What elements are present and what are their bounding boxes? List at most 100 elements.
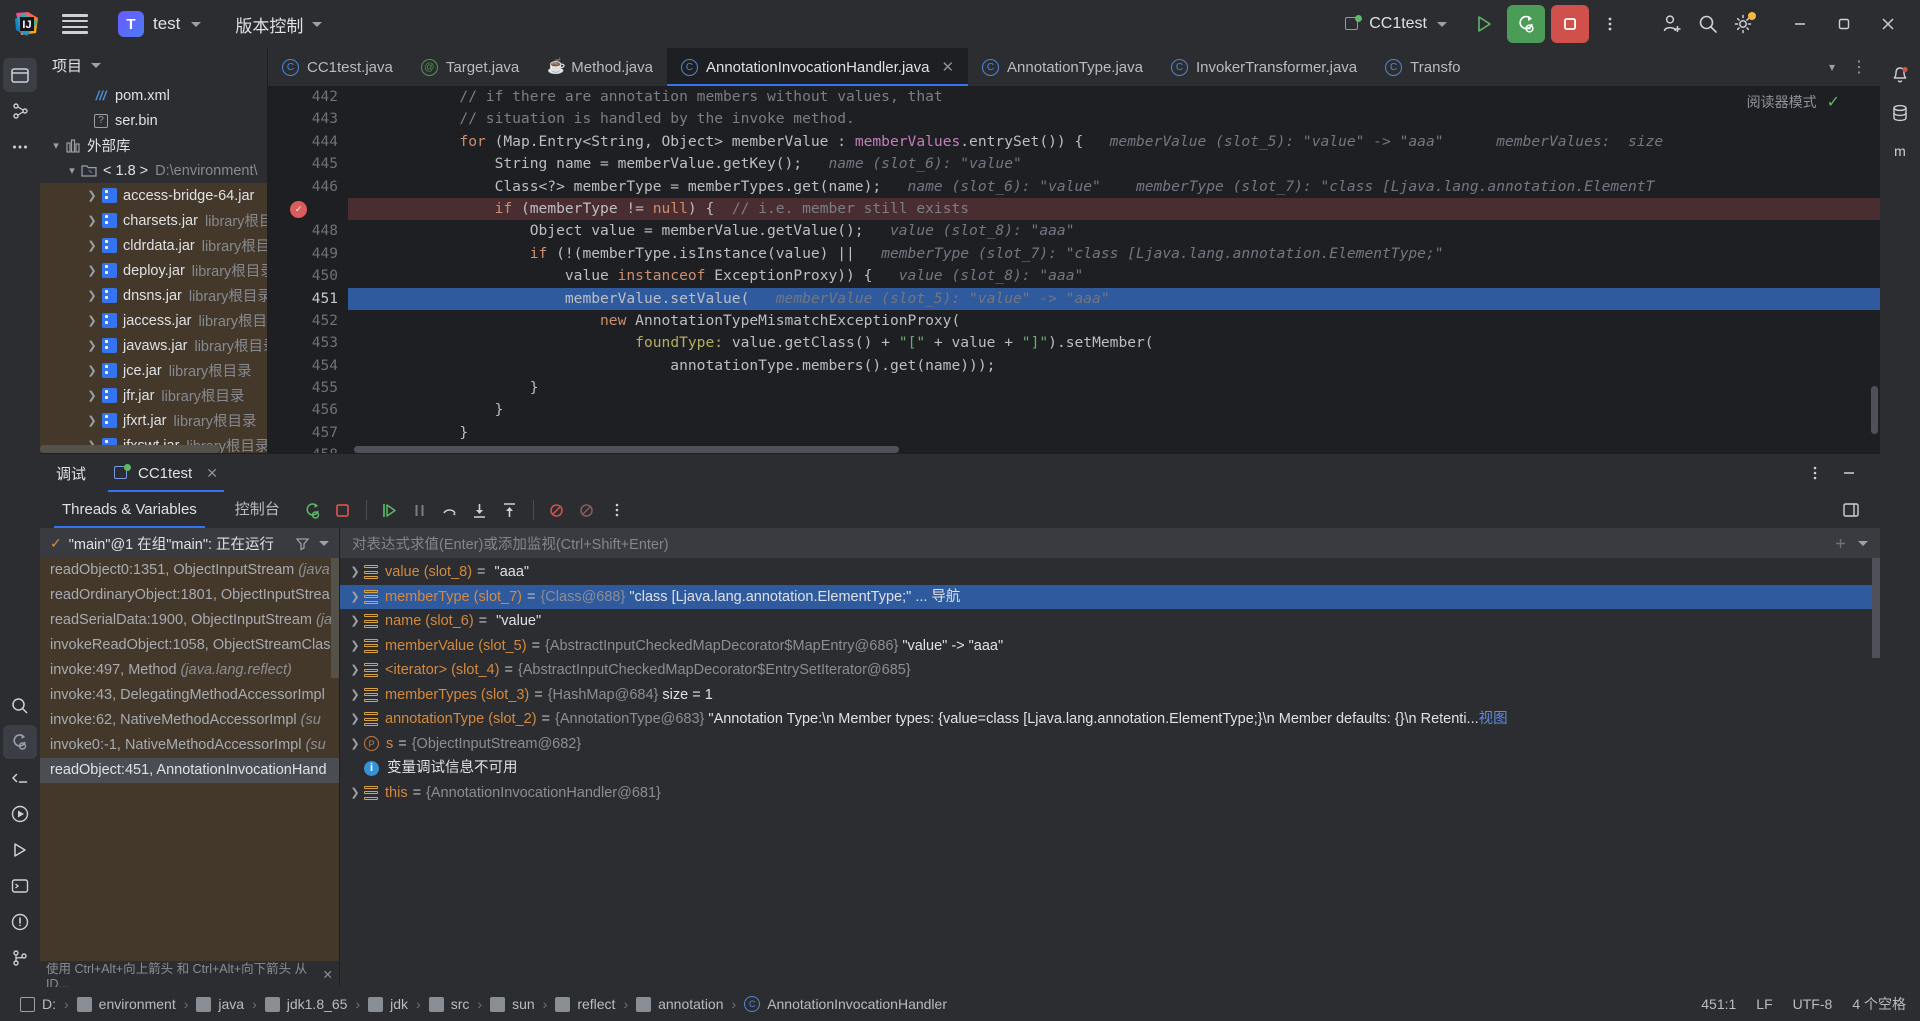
maximize-icon[interactable] bbox=[1822, 4, 1866, 44]
breadcrumb-item[interactable]: jdk1.8_65 bbox=[259, 996, 354, 1012]
breadcrumb-item[interactable]: sun bbox=[484, 996, 541, 1012]
stack-frame[interactable]: invoke0:-1, NativeMethodAccessorImpl (su bbox=[40, 733, 339, 758]
chevron-down-icon[interactable]: ▾ bbox=[1822, 60, 1842, 74]
mute-breakpoints-icon[interactable] bbox=[542, 495, 572, 525]
find-tool-icon[interactable] bbox=[3, 689, 37, 723]
chevron-right-icon[interactable]: ❯ bbox=[346, 732, 364, 757]
chevron-right-icon[interactable]: ❯ bbox=[84, 289, 100, 302]
tree-node[interactable]: ▾ 外部库 bbox=[40, 133, 267, 158]
chevron-right-icon[interactable]: ❯ bbox=[84, 314, 100, 327]
chevron-right-icon[interactable]: ❯ bbox=[84, 364, 100, 377]
variable-row[interactable]: ❯ annotationType (slot_2) = {AnnotationType… bbox=[340, 707, 1880, 732]
project-selector[interactable]: T test bbox=[110, 7, 209, 41]
search-icon[interactable] bbox=[1690, 6, 1726, 42]
tab-console[interactable]: 控制台 bbox=[227, 492, 288, 528]
terminal2-tool-icon[interactable] bbox=[3, 869, 37, 903]
run-button[interactable] bbox=[1464, 6, 1504, 42]
variable-view-link[interactable]: 视图 bbox=[1479, 707, 1508, 732]
hamburger-menu-icon[interactable] bbox=[62, 14, 88, 34]
chevron-right-icon[interactable]: ❯ bbox=[346, 560, 364, 585]
code-line[interactable]: } bbox=[348, 377, 1880, 399]
chevron-right-icon[interactable]: ❯ bbox=[346, 781, 364, 806]
stop-icon[interactable] bbox=[328, 495, 358, 525]
minimize-icon[interactable] bbox=[1778, 4, 1822, 44]
code-line[interactable]: } bbox=[348, 422, 1880, 444]
chevron-right-icon[interactable]: ❯ bbox=[346, 585, 364, 610]
stack-frame[interactable]: readOrdinaryObject:1801, ObjectInputStre… bbox=[40, 583, 339, 608]
editor-gutter[interactable]: 442 443 444 445 446 ✓ 448 449 450 451 452 453 454 455… bbox=[268, 86, 348, 453]
chevron-right-icon[interactable]: ❯ bbox=[346, 658, 364, 683]
code-line[interactable]: // situation is handled by the invoke me… bbox=[348, 108, 1880, 130]
tree-node[interactable]: ❯ jce.jar library根目录 bbox=[40, 358, 267, 384]
gutter-line-number[interactable]: 450 bbox=[268, 265, 348, 287]
variables-scrollbar[interactable] bbox=[1872, 558, 1880, 658]
run-configuration-selector[interactable]: CC1test bbox=[1336, 10, 1456, 38]
more-actions-button[interactable] bbox=[1592, 6, 1628, 42]
database-icon[interactable] bbox=[1883, 96, 1917, 130]
variable-row[interactable]: ❯ memberTypes (slot_3) = {HashMap@684} size… bbox=[340, 683, 1880, 708]
editor-vertical-scrollbar[interactable] bbox=[1871, 386, 1878, 434]
breadcrumb-item[interactable]: jdk bbox=[362, 996, 414, 1012]
editor-tab-bar[interactable]: C CC1test.java @ Target.java ☕ Method.java C An… bbox=[268, 48, 1880, 86]
frames-scrollbar[interactable] bbox=[331, 558, 339, 678]
notifications-icon[interactable] bbox=[1883, 58, 1917, 92]
tab-threads-variables[interactable]: Threads & Variables bbox=[54, 492, 205, 528]
filter-icon[interactable] bbox=[295, 536, 310, 551]
chevron-right-icon[interactable]: ❯ bbox=[84, 414, 100, 427]
editor-tab[interactable]: C Transfo bbox=[1371, 48, 1474, 86]
chevron-right-icon[interactable]: ❯ bbox=[84, 264, 100, 277]
gutter-line-number[interactable] bbox=[268, 198, 348, 220]
variable-row[interactable]: ❯ value (slot_8) = "aaa" bbox=[340, 560, 1880, 585]
tree-node[interactable]: ❯ jfxrt.jar library根目录 bbox=[40, 408, 267, 434]
breadcrumb-item[interactable]: environment bbox=[71, 996, 182, 1012]
frame-list[interactable]: readObject0:1351, ObjectInputStream (jav… bbox=[40, 558, 339, 961]
stack-frame[interactable]: readSerialData:1900, ObjectInputStream (… bbox=[40, 608, 339, 633]
code-line[interactable]: memberValue.setValue( memberValue (slot_… bbox=[348, 287, 1880, 310]
debug-options-icon[interactable] bbox=[1800, 458, 1830, 488]
chevron-right-icon[interactable]: ❯ bbox=[84, 389, 100, 402]
stack-frame[interactable]: readObject:451, AnnotationInvocationHand bbox=[40, 758, 339, 783]
indent-setting[interactable]: 4 个空格 bbox=[1852, 994, 1906, 1014]
view-breakpoints-icon[interactable] bbox=[572, 495, 602, 525]
caret-position[interactable]: 451:1 bbox=[1701, 996, 1736, 1012]
editor-tab[interactable]: C InvokerTransformer.java bbox=[1157, 48, 1371, 86]
file-encoding[interactable]: UTF-8 bbox=[1793, 996, 1833, 1012]
breadcrumb-item[interactable]: annotation bbox=[630, 996, 729, 1012]
gutter-line-number[interactable]: 455 bbox=[268, 377, 348, 399]
line-separator[interactable]: LF bbox=[1756, 996, 1772, 1012]
vcs-menu[interactable]: 版本控制 bbox=[227, 8, 330, 41]
layout-settings-icon[interactable] bbox=[1836, 495, 1866, 525]
variable-row[interactable]: ❯ memberType (slot_7) = {Class@688} "class … bbox=[340, 584, 1880, 610]
gutter-line-number[interactable]: 451 bbox=[268, 288, 348, 310]
gutter-line-number[interactable]: 444 bbox=[268, 131, 348, 153]
gutter-line-number[interactable]: 457 bbox=[268, 422, 348, 444]
breadcrumb-item[interactable]: java bbox=[190, 996, 250, 1012]
code-line[interactable]: Class<?> memberType = memberTypes.get(na… bbox=[348, 176, 1880, 198]
close-icon[interactable]: ✕ bbox=[323, 967, 333, 982]
code-line[interactable]: } bbox=[348, 399, 1880, 421]
editor-code[interactable]: // if there are annotation members witho… bbox=[348, 86, 1880, 453]
tree-node[interactable]: ❯ cldrdata.jar library根目录 bbox=[40, 233, 267, 259]
breadcrumb-item[interactable]: D: bbox=[14, 996, 62, 1012]
chevron-down-icon[interactable] bbox=[1858, 540, 1868, 546]
close-icon[interactable]: ✕ bbox=[941, 58, 954, 76]
step-out-icon[interactable] bbox=[495, 495, 525, 525]
tree-node[interactable]: ❯ dnsns.jar library根目录 bbox=[40, 283, 267, 309]
gutter-line-number[interactable]: 445 bbox=[268, 153, 348, 175]
stack-frame[interactable]: invoke:497, Method (java.lang.reflect) bbox=[40, 658, 339, 683]
tree-node[interactable]: ❯ charsets.jar library根目录 bbox=[40, 208, 267, 234]
gear-icon[interactable] bbox=[1726, 6, 1762, 42]
tree-node[interactable]: ? ser.bin bbox=[40, 108, 267, 133]
chevron-right-icon[interactable]: ❯ bbox=[84, 239, 100, 252]
debug-button[interactable] bbox=[1507, 5, 1545, 43]
gutter-line-number[interactable]: 458 bbox=[268, 444, 348, 453]
editor-tab[interactable]: @ Target.java bbox=[407, 48, 533, 86]
debug-tool-icon[interactable] bbox=[3, 725, 37, 759]
stack-frame[interactable]: readObject0:1351, ObjectInputStream (jav… bbox=[40, 558, 339, 583]
breadcrumb-item[interactable]: reflect bbox=[549, 996, 621, 1012]
more-tools-icon[interactable] bbox=[3, 130, 37, 164]
inspections-ok-icon[interactable]: ✓ bbox=[1827, 92, 1840, 112]
chevron-right-icon[interactable]: ❯ bbox=[346, 609, 364, 634]
reader-mode-indicator[interactable]: 阅读器模式 ✓ bbox=[1747, 92, 1840, 112]
gutter-line-number[interactable]: 449 bbox=[268, 243, 348, 265]
